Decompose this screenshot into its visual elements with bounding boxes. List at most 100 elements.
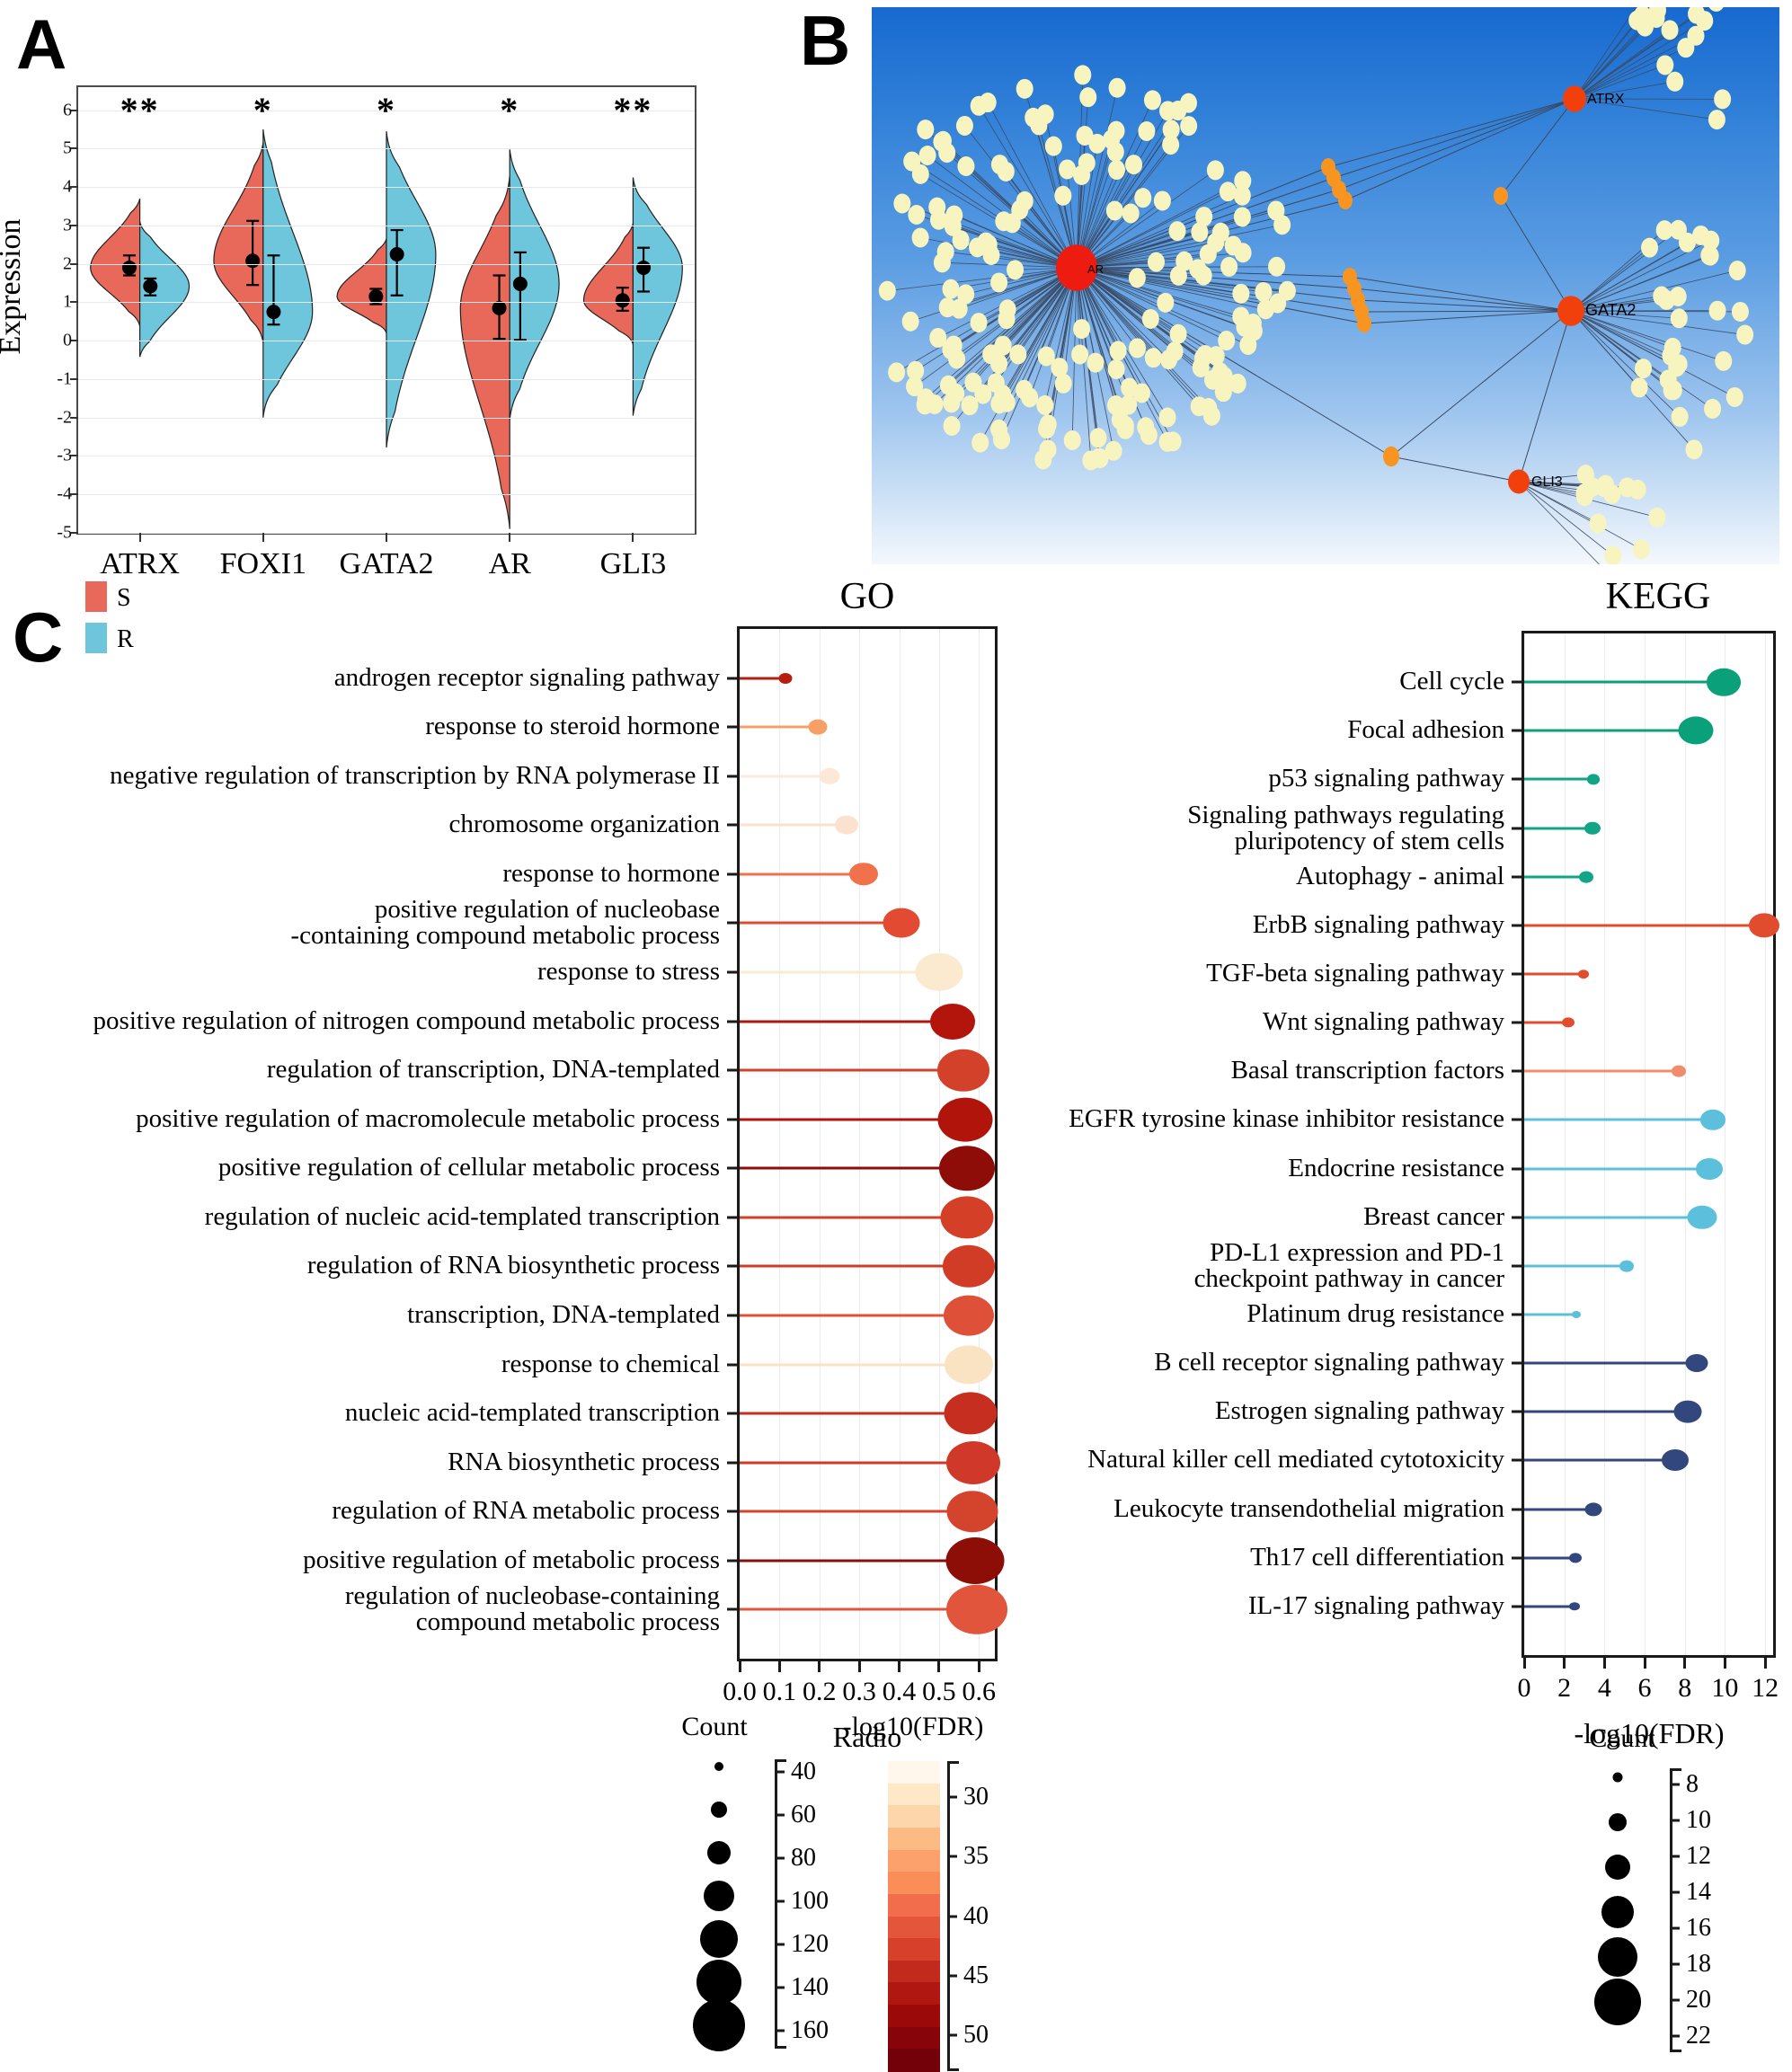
network-node-leaf [1092,448,1109,468]
go-size-legend-dot-1 [711,1802,727,1818]
network-node-leaf [1648,508,1665,527]
significance-marker-gli3: ** [613,93,652,128]
network-edge [1391,311,1571,456]
y-tick-label: 6 [63,100,72,120]
network-label-gli3: GLI3 [1531,474,1563,490]
go-color-legend-tick-4 [947,2034,957,2037]
network-node-leaf [940,376,957,395]
x-tick-mark [1523,1655,1526,1669]
network-node-leaf [1203,406,1220,426]
category-label-line: regulation of RNA biosynthetic process [307,1253,720,1280]
lollipop-dot-5 [1749,913,1779,937]
x-gridline [1565,633,1566,1655]
lollipop-dot-14 [945,1345,993,1384]
network-node-leaf [944,416,961,436]
go-color-legend-tick-3 [947,1974,957,1977]
panel-c-enrichment: C GO KEGG 0.00.10.20.30.40.50.6androgen … [0,584,1792,2051]
y-gridline [78,494,695,495]
kegg-size-legend-label-2: 12 [1686,1842,1711,1871]
colorbar-segment-9 [888,1961,940,1983]
network-node-leaf [912,228,929,248]
category-label-line: TGF-beta signaling pathway [1206,961,1504,987]
category-label-5: ErbB signaling pathway [1253,912,1504,939]
category-label-line: B cell receptor signaling pathway [1154,1350,1504,1377]
category-label-19: IL-17 signaling pathway [1248,1593,1504,1620]
network-node-leaf [1007,260,1024,279]
network-node-leaf [1108,160,1125,180]
category-label-9: EGFR tyrosine kinase inhibitor resistanc… [1069,1107,1504,1134]
network-edge [1519,311,1571,482]
lollipop-dot-1 [1678,717,1713,745]
colorbar-segment-11 [888,2005,940,2027]
category-tick [1512,681,1524,684]
network-node-leaf [1736,325,1753,345]
colorbar-segment-4 [888,1850,940,1873]
go-colorbar [888,1761,940,2071]
x-tick-mark [1683,1655,1686,1669]
x-axis-label-foxi1: FOXI1 [220,547,306,581]
network-node-leaf [1672,407,1689,427]
category-label-line: response to hormone [502,861,720,888]
panel-a-violin-plot: A Expression 6543210-1-2-3-4-5ATRX**FOXI… [0,0,791,593]
lollipop-dot-1 [808,720,827,735]
category-label-15: nucleic acid-templated transcription [345,1400,720,1427]
network-node-leaf [1110,341,1127,360]
network-node-leaf [1045,137,1062,156]
colorbar-segment-6 [888,1894,940,1917]
lollipop-dot-0 [1707,669,1741,695]
kegg-size-legend-label-4: 16 [1686,1914,1711,1943]
category-tick [1512,1264,1524,1267]
x-tick-mark [1764,1655,1767,1669]
network-node-leaf [1696,11,1713,31]
lollipop-dot-17 [946,1491,998,1532]
category-label-19: regulation of nucleobase-containingcompo… [345,1583,720,1635]
x-tick-mark [818,1659,821,1672]
network-node-leaf [1137,417,1154,437]
category-label-line: ErbB signaling pathway [1253,912,1504,939]
category-label-12: PD-L1 expression and PD-1checkpoint path… [1194,1240,1504,1292]
lollipop-dot-14 [1686,1354,1708,1372]
significance-marker-ar: * [500,93,519,128]
network-node-leaf [1686,439,1703,459]
x-tick-label: 2 [1557,1673,1571,1704]
lollipop-dot-2 [819,768,839,784]
violin-plot-area: 6543210-1-2-3-4-5ATRX**FOXI1*GATA2*AR*GL… [76,85,696,535]
colorbar-segment-5 [888,1872,940,1894]
significance-marker-foxi1: * [253,93,273,128]
network-node-leaf [907,361,924,381]
network-node-leaf [1663,380,1681,400]
lollipop-stem-10 [740,1167,967,1170]
category-label-line: Basal transcription factors [1231,1058,1504,1085]
x-gridline [859,629,860,1659]
go-size-legend-tick-2 [775,1857,785,1860]
network-node-leaf [1225,235,1242,255]
network-node-leaf [1595,477,1612,497]
kegg-size-legend-dot-3 [1601,1896,1634,1928]
network-node-leaf [1122,204,1140,224]
network-node-leaf [982,344,999,364]
network-node-leaf [1073,165,1090,185]
x-tick-mark [139,533,141,542]
colorbar-segment-7 [888,1917,940,1939]
network-node-leaf [1167,341,1184,361]
category-label-line: pluripotency of stem cells [1187,828,1504,854]
lollipop-dot-3 [1584,821,1601,834]
category-label-0: Cell cycle [1399,669,1504,695]
category-label-18: positive regulation of metabolic process [303,1547,720,1574]
network-node-leaf [1195,266,1212,286]
category-tick [1512,1605,1524,1607]
x-gridline [740,629,741,1659]
category-label-line: androgen receptor signaling pathway [334,665,720,692]
network-node-leaf [971,433,989,453]
network-node-leaf [956,116,973,136]
go-size-legend-cap-bottom [775,2046,786,2049]
go-size-legend-label-2: 80 [791,1844,816,1873]
network-node-leaf [893,193,910,213]
lollipop-dot-0 [779,673,793,684]
lollipop-stem-15 [740,1412,971,1415]
lollipop-dot-10 [1696,1158,1723,1180]
y-gridline [78,148,695,149]
x-gridline [939,629,940,1659]
lollipop-stem-2 [740,775,829,777]
network-node-leaf [943,279,960,299]
